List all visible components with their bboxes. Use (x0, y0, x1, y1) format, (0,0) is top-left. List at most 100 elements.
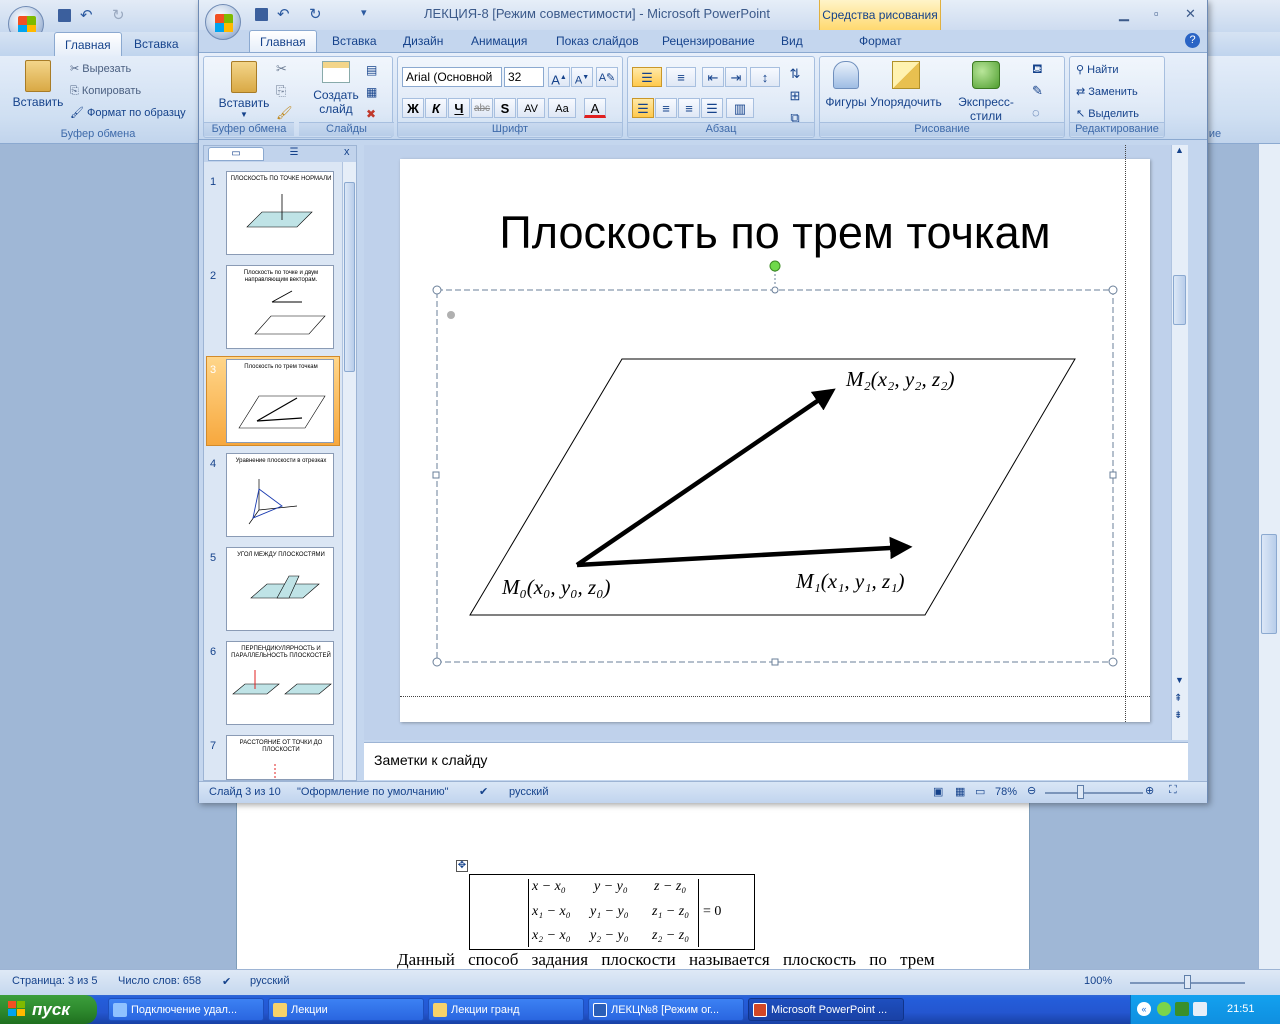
table-move-handle[interactable]: ✥ (456, 860, 468, 872)
layout-icon[interactable]: ▤ (366, 63, 377, 77)
undo-icon[interactable]: ↶ (80, 6, 93, 24)
fit-to-window-icon[interactable]: ⛶ (1169, 784, 1177, 797)
font-name-select[interactable]: Arial (Основной (402, 67, 502, 87)
plane-diagram[interactable] (400, 159, 1150, 722)
outline-color-icon[interactable]: ✎ (1032, 83, 1043, 99)
zoom-out-icon[interactable]: ⊖ (1027, 784, 1036, 797)
tab-home[interactable]: Главная (249, 30, 317, 52)
word-status-zoom[interactable]: 100% (1084, 975, 1112, 987)
zoom-in-icon[interactable]: ⊕ (1145, 784, 1154, 797)
word-status-page[interactable]: Страница: 3 из 5 (12, 975, 98, 987)
decrease-indent-icon[interactable]: ⇤ (702, 67, 724, 87)
fill-color-icon[interactable]: ⛾ (1032, 61, 1043, 79)
start-button[interactable]: пуск (0, 995, 97, 1024)
save-icon[interactable] (255, 8, 268, 21)
sorter-view-icon[interactable]: ▦ (955, 785, 965, 798)
help-icon[interactable]: ? (1185, 33, 1200, 48)
guide-horizontal[interactable] (400, 696, 1150, 697)
close-pane-icon[interactable]: x (344, 146, 350, 158)
word-scroll-thumb[interactable] (1261, 534, 1277, 634)
close-icon[interactable]: ✕ (1185, 6, 1196, 22)
shrink-font-icon[interactable]: A▼ (571, 67, 593, 87)
taskbar-item-powerpoint[interactable]: Microsoft PowerPoint ... (748, 998, 904, 1021)
slide-thumbnail-3[interactable]: Плоскость по трем точкам (226, 359, 334, 443)
scroll-up-icon[interactable]: ▲ (1175, 145, 1184, 155)
tab-format[interactable]: Формат (849, 30, 912, 52)
paste-button[interactable]: Вставить ▼ (214, 61, 274, 119)
previous-slide-icon[interactable]: ⇞ (1174, 693, 1182, 704)
font-size-select[interactable]: 32 (504, 67, 544, 87)
text-direction-icon[interactable]: ⇅ (784, 63, 806, 83)
slide-scroll-thumb[interactable] (1173, 275, 1186, 325)
underline-icon[interactable]: Ч (448, 98, 470, 118)
qat-customize-icon[interactable]: ▾ (361, 6, 367, 19)
maximize-icon[interactable]: ▫ (1154, 6, 1159, 21)
tray-security-icon[interactable] (1175, 1002, 1189, 1016)
tab-review[interactable]: Рецензирование (652, 30, 765, 52)
word-zoom-thumb[interactable] (1184, 975, 1191, 989)
thumbnail-scroll-thumb[interactable] (344, 182, 355, 372)
scroll-down-icon[interactable]: ▼ (1175, 675, 1184, 685)
word-format-painter-button[interactable]: 🖌 Формат по образцу (70, 103, 186, 123)
tab-design[interactable]: Дизайн (393, 30, 453, 52)
status-language[interactable]: русский (509, 786, 548, 798)
shadow-icon[interactable]: S (494, 98, 516, 118)
tray-volume-icon[interactable] (1193, 1002, 1207, 1016)
align-left-icon[interactable]: ☰ (632, 98, 654, 118)
outline-tab-icon[interactable]: ☰ (266, 147, 322, 161)
tab-insert[interactable]: Вставка (322, 30, 387, 52)
taskbar-item-remote[interactable]: Подключение удал... (108, 998, 264, 1021)
slide-thumbnail-1[interactable]: ПЛОСКОСТЬ ПО ТОЧКЕ НОРМАЛИ (226, 171, 334, 255)
tray-network-icon[interactable] (1157, 1002, 1171, 1016)
word-page[interactable]: ✥ x − x₀ y − y₀ z − z₀ x₁ − x₀ y₁ − y₀ z… (236, 800, 1030, 969)
word-vertical-scrollbar[interactable] (1258, 144, 1280, 969)
undo-icon[interactable]: ↶ (277, 5, 290, 23)
justify-icon[interactable]: ☰ (701, 98, 723, 118)
slides-tab-icon[interactable]: ▭ (208, 147, 264, 161)
slide-thumbnail-4[interactable]: Уравнение плоскости в отрезках (226, 453, 334, 537)
char-spacing-icon[interactable]: AV (517, 98, 545, 118)
reset-icon[interactable]: ▦ (366, 85, 377, 99)
copy-icon[interactable]: ⎘ (276, 83, 286, 99)
slide-vertical-scrollbar[interactable]: ▲ ▼ ⇞ ⇟ (1171, 145, 1188, 740)
select-button[interactable]: ↖ Выделить (1076, 104, 1139, 124)
slideshow-view-icon[interactable]: ▭ (975, 785, 985, 798)
find-button[interactable]: ⚲ Найти (1076, 60, 1119, 80)
numbering-icon[interactable]: ≡ (666, 67, 696, 87)
tab-slideshow[interactable]: Показ слайдов (546, 30, 649, 52)
minimize-icon[interactable]: ▁ (1119, 6, 1129, 22)
tab-view[interactable]: Вид (771, 30, 813, 52)
align-right-icon[interactable]: ≡ (678, 98, 700, 118)
bullets-icon[interactable]: ☰ (632, 67, 662, 87)
word-cut-button[interactable]: ✂ Вырезать (70, 59, 131, 79)
slide-thumbnail-2[interactable]: Плоскость по точке и двум направляющим в… (226, 265, 334, 349)
quick-styles-button[interactable]: Экспресс-стили (944, 61, 1028, 123)
status-zoom[interactable]: 78% (995, 786, 1017, 798)
taskbar-item-word-doc[interactable]: ЛЕКЦ№8 [Режим ог... (588, 998, 744, 1021)
slide-thumbnail-7[interactable]: РАССТОЯНИЕ ОТ ТОЧКИ ДО ПЛОСКОСТИ (226, 735, 334, 780)
redo-icon[interactable]: ↻ (112, 6, 125, 24)
normal-view-icon[interactable]: ▣ (933, 785, 943, 798)
replace-button[interactable]: ⇄ Заменить (1076, 82, 1138, 102)
tray-clock[interactable]: 21:51 (1227, 1003, 1255, 1015)
word-copy-button[interactable]: ⎘ Копировать (70, 81, 141, 101)
grow-font-icon[interactable]: A▲ (548, 67, 570, 87)
effects-icon[interactable]: ◌ (1032, 105, 1040, 120)
word-paste-button[interactable]: Вставить (12, 60, 64, 120)
guide-vertical[interactable] (1125, 145, 1126, 722)
delete-slide-icon[interactable]: ✖ (366, 107, 376, 121)
spellcheck-icon[interactable]: ✔ (222, 975, 231, 988)
slide-canvas[interactable]: Плоскость по трем точкам M₀(x₀, y₀, z₀) … (400, 145, 1150, 722)
word-tab-home[interactable]: Главная (54, 32, 122, 56)
font-color-icon[interactable]: A (584, 98, 606, 118)
new-slide-button[interactable]: Создать слайд (308, 61, 364, 116)
next-slide-icon[interactable]: ⇟ (1174, 710, 1182, 721)
bold-icon[interactable]: Ж (402, 98, 424, 118)
tab-animation[interactable]: Анимация (461, 30, 537, 52)
status-slide-count[interactable]: Слайд 3 из 10 (209, 786, 281, 798)
shapes-button[interactable]: Фигуры (822, 61, 870, 109)
taskbar-item-lectures[interactable]: Лекции (268, 998, 424, 1021)
format-painter-icon[interactable]: 🖌 (276, 105, 293, 121)
clear-format-icon[interactable]: A✎ (596, 67, 618, 87)
slide-thumbnail-5[interactable]: УГОЛ МЕЖДУ ПЛОСКОСТЯМИ (226, 547, 334, 631)
